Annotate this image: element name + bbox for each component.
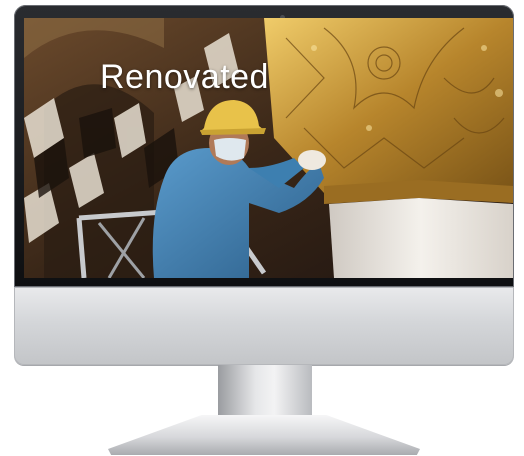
monitor-stand-neck xyxy=(218,365,312,417)
video-caption: Renovated xyxy=(100,58,269,96)
monitor-stand-base xyxy=(108,415,420,455)
video-frame[interactable]: Renovated xyxy=(24,18,513,278)
monitor-chin xyxy=(14,287,514,365)
scene-illustration xyxy=(24,18,513,278)
desktop-monitor: Renovated xyxy=(0,0,524,456)
